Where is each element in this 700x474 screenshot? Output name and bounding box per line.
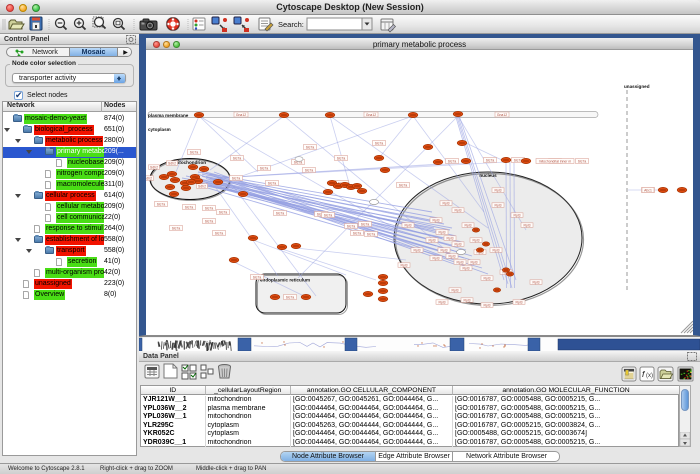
svg-text:Slc7a: Slc7a	[260, 166, 269, 170]
svg-text:Rpl3: Rpl3	[441, 248, 448, 252]
svg-text:Slc7a: Slc7a	[375, 141, 384, 145]
svg-text:Rpl3: Rpl3	[463, 266, 470, 270]
svg-text:endoplasmic reticulum: endoplasmic reticulum	[260, 278, 310, 283]
svg-text:Slc7a: Slc7a	[185, 205, 194, 209]
svg-text:Rpl3: Rpl3	[484, 276, 491, 280]
svg-text:Slc7a: Slc7a	[205, 206, 214, 210]
svg-text:Sdh2: Sdh2	[146, 176, 152, 180]
svg-text:Rpl3: Rpl3	[465, 223, 472, 227]
svg-text:Rpl3: Rpl3	[533, 280, 540, 284]
svg-text:Rpl3: Rpl3	[414, 248, 421, 252]
svg-text:Rpl3: Rpl3	[452, 288, 459, 292]
svg-text:Slc7a: Slc7a	[448, 159, 457, 163]
svg-text:Rpl3: Rpl3	[449, 254, 456, 258]
svg-text:Rpl3: Rpl3	[524, 223, 531, 227]
svg-text:Sdh2: Sdh2	[198, 184, 206, 188]
svg-text:Rpl3: Rpl3	[514, 213, 521, 217]
svg-text:Gna12: Gna12	[497, 113, 507, 117]
svg-text:plasma membrane: plasma membrane	[148, 113, 189, 118]
svg-text:Rpl3: Rpl3	[457, 260, 464, 264]
svg-text:Slc7a: Slc7a	[486, 158, 495, 162]
svg-text:Rpl3: Rpl3	[433, 256, 440, 260]
svg-text:Rpl3: Rpl3	[455, 242, 462, 246]
svg-text:Rpl3: Rpl3	[473, 238, 480, 242]
svg-text:unassigned: unassigned	[624, 84, 650, 89]
svg-text:Rpl3: Rpl3	[495, 188, 502, 192]
svg-text:Slc7a: Slc7a	[306, 145, 315, 149]
svg-text:cytoplasm: cytoplasm	[148, 127, 171, 132]
svg-text:Rpl3: Rpl3	[443, 201, 450, 205]
svg-text:nucleus: nucleus	[479, 173, 497, 178]
svg-text:Sdh2: Sdh2	[150, 165, 158, 169]
svg-text:Slc7a: Slc7a	[215, 231, 224, 235]
svg-text:Slc7a: Slc7a	[578, 159, 587, 163]
svg-text:Slc7a: Slc7a	[233, 156, 242, 160]
svg-text:mitochondrion: mitochondrion	[174, 160, 206, 165]
svg-text:Rpl3: Rpl3	[493, 248, 500, 252]
svg-text:Slc7a: Slc7a	[305, 168, 314, 172]
svg-text:Rpl3: Rpl3	[471, 260, 478, 264]
svg-text:(x): (x)	[646, 373, 653, 379]
svg-text:Rpl3: Rpl3	[433, 218, 440, 222]
svg-text:Slc7a: Slc7a	[337, 156, 346, 160]
svg-text:Slc7a: Slc7a	[286, 295, 295, 299]
svg-text:Slc7a: Slc7a	[361, 222, 370, 226]
svg-text:Slc7a: Slc7a	[367, 232, 376, 236]
svg-text:Search:: Search:	[278, 20, 304, 29]
svg-text:Rpl3: Rpl3	[516, 300, 523, 304]
svg-text:Rpl3: Rpl3	[495, 203, 502, 207]
svg-text:Rpl3: Rpl3	[439, 230, 446, 234]
svg-text:Rpl3: Rpl3	[401, 263, 408, 267]
svg-text:Slc7a: Slc7a	[268, 181, 277, 185]
svg-text:Slc7a: Slc7a	[232, 176, 241, 180]
svg-text:Abc1: Abc1	[644, 188, 652, 192]
svg-text:Slc7a: Slc7a	[157, 202, 166, 206]
svg-text:Sdh2: Sdh2	[168, 161, 176, 165]
svg-text:Slc7a: Slc7a	[399, 183, 408, 187]
svg-text:Slc7a: Slc7a	[219, 210, 228, 214]
svg-text:Slc7a: Slc7a	[324, 213, 333, 217]
svg-text:Slc7a: Slc7a	[205, 219, 214, 223]
svg-text:Slc7a: Slc7a	[347, 224, 356, 228]
svg-text:Rpl3: Rpl3	[484, 303, 491, 307]
svg-text:Rpl3: Rpl3	[405, 223, 412, 227]
svg-text:Gna12: Gna12	[236, 113, 246, 117]
svg-text:mitochondrial inner m: mitochondrial inner m	[539, 159, 572, 163]
svg-text:Rpl3: Rpl3	[429, 238, 436, 242]
svg-text:Slc7a: Slc7a	[353, 231, 362, 235]
svg-text:Slc7a: Slc7a	[190, 150, 199, 154]
svg-text:Gna12: Gna12	[366, 113, 376, 117]
svg-text:Slc7a: Slc7a	[276, 211, 285, 215]
svg-text:Rpl3: Rpl3	[439, 300, 446, 304]
svg-text:Slc7a: Slc7a	[253, 275, 262, 279]
svg-text:Rpl3: Rpl3	[464, 298, 471, 302]
svg-text:Slc7a: Slc7a	[172, 226, 181, 230]
svg-text:Rpl3: Rpl3	[455, 208, 462, 212]
svg-text:Rpl3: Rpl3	[447, 236, 454, 240]
